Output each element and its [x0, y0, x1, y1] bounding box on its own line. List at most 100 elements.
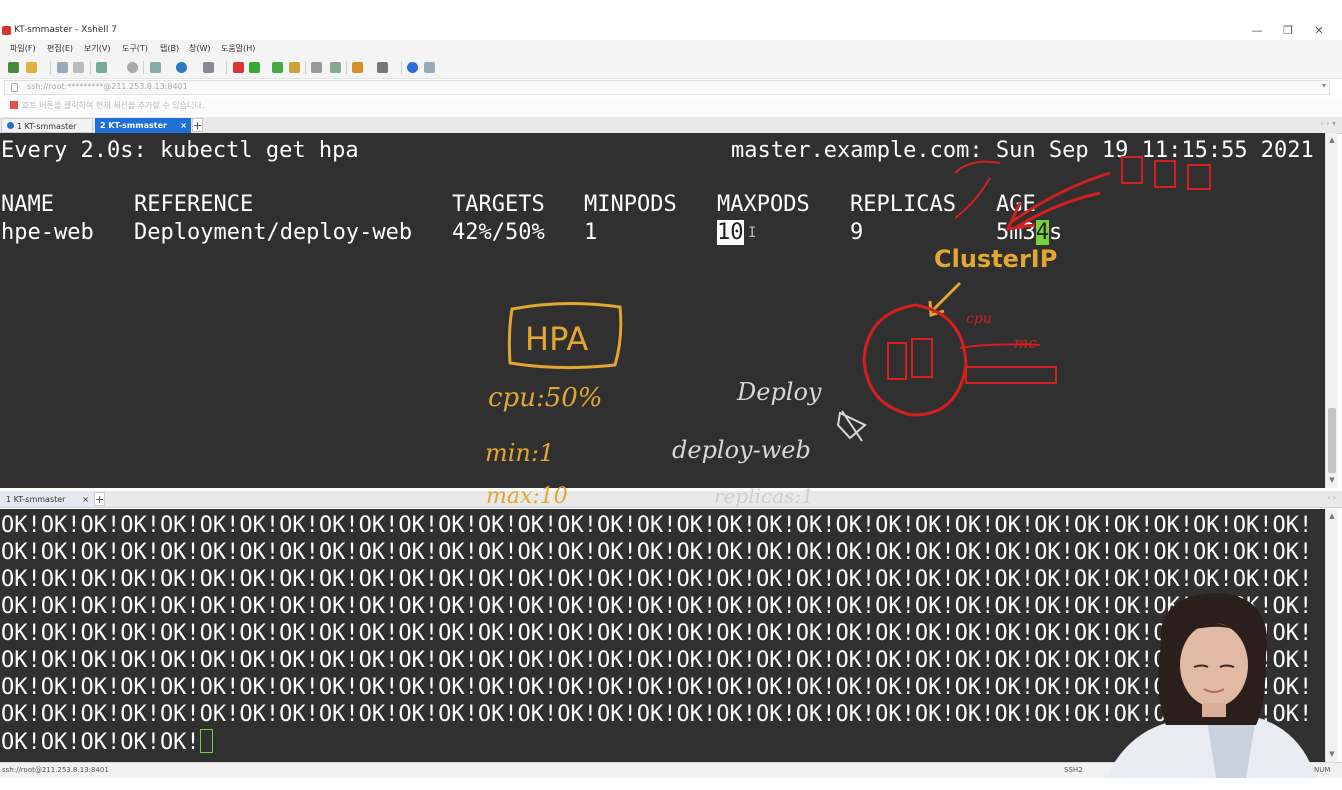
close-tab-icon[interactable]: × — [82, 492, 89, 507]
status-connection: ssh://root@211.253.8.13:8401 — [2, 766, 109, 774]
chat-icon[interactable] — [424, 62, 435, 73]
scroll-down-icon[interactable]: ▼ — [1327, 749, 1337, 759]
ok-output-text: OK!OK!OK!OK!OK! — [1, 730, 200, 755]
red-arrow-stroke — [1009, 171, 1111, 225]
layout-icon[interactable] — [377, 62, 388, 73]
menu-edit[interactable]: 편집(E) — [47, 43, 73, 54]
toolbar-separator — [143, 61, 144, 74]
open-folder-icon[interactable] — [26, 62, 37, 73]
pod-sketch — [1154, 160, 1176, 188]
hw-max: max:10 — [486, 484, 568, 509]
red-stroke — [954, 160, 1001, 174]
gray-sketch — [836, 410, 867, 442]
properties-icon[interactable] — [96, 62, 107, 73]
menu-help[interactable]: 도움말(H) — [221, 43, 255, 54]
hw-cpu-small: cpu — [966, 311, 992, 327]
menu-tools[interactable]: 도구(T) — [122, 43, 148, 54]
lock-icon — [11, 83, 18, 92]
fullscreen-icon[interactable] — [272, 62, 283, 73]
transfer-icon[interactable] — [249, 62, 260, 73]
scroll-down-icon[interactable]: ▼ — [1327, 475, 1337, 485]
toolbar — [0, 57, 1342, 79]
help-icon[interactable] — [407, 62, 418, 73]
close-button[interactable]: ✕ — [1309, 23, 1329, 39]
pod-sketch — [911, 338, 933, 378]
red-circle — [862, 303, 968, 417]
menu-file[interactable]: 파일(F) — [10, 43, 36, 54]
keyboard-icon[interactable] — [311, 62, 322, 73]
find-icon[interactable] — [127, 62, 138, 73]
ok-output-line: OK!OK!OK!OK!OK!OK!OK!OK!OK!OK!OK!OK!OK!O… — [1, 513, 1313, 538]
xshell-app-icon — [2, 26, 11, 35]
ok-output-line: OK!OK!OK!OK!OK!OK!OK!OK!OK!OK!OK!OK!OK!O… — [1, 540, 1313, 565]
hw-replicas: replicas:1 — [714, 484, 814, 508]
info-icon — [7, 122, 14, 129]
ok-output-last-line: OK!OK!OK!OK!OK! — [1, 729, 213, 756]
hw-cpu: cpu:50% — [488, 383, 603, 413]
lock-icon[interactable] — [289, 62, 300, 73]
status-protocol: SSH2 — [1064, 766, 1083, 774]
hint-text: 호트 버튼을 클릭하여 현재 세션을 추가할 수 있습니다. — [22, 101, 205, 110]
terminal-pane-top[interactable]: Every 2.0s: kubectl get hpa master.examp… — [0, 133, 1325, 488]
new-tab-button[interactable]: + — [94, 492, 105, 506]
copy-icon[interactable] — [150, 62, 161, 73]
tab-label: 1 KT-smmaster — [6, 495, 66, 504]
terminal-cursor — [199, 729, 213, 753]
pod-sketch — [1121, 156, 1143, 184]
highlight-icon[interactable] — [330, 62, 341, 73]
tab-session-1-bottom[interactable]: 1 KT-smmaster × — [1, 492, 93, 507]
session-tab-bar-top: 1 KT-smmaster 2 KT-smmaster × + ‹ › ▾ — [0, 117, 1342, 134]
tab-session-2[interactable]: 2 KT-smmaster × — [95, 118, 191, 133]
globe-icon[interactable] — [176, 62, 187, 73]
scroll-up-icon[interactable]: ▲ — [1327, 511, 1337, 521]
window-title: KT-smmaster - Xshell 7 — [14, 25, 117, 35]
minimize-button[interactable]: — — [1247, 23, 1267, 39]
tab-session-1[interactable]: 1 KT-smmaster — [1, 118, 93, 133]
status-numlock: NUM — [1314, 766, 1331, 774]
red-stroke — [954, 177, 991, 219]
hw-min: min:1 — [485, 439, 555, 467]
close-tab-icon[interactable]: × — [180, 118, 187, 133]
title-bar: KT-smmaster - Xshell 7 — ❐ ✕ — [0, 22, 1342, 40]
xftp-icon[interactable] — [233, 62, 244, 73]
hw-hpa: HPA — [525, 320, 589, 358]
handwriting-overlay — [507, 156, 1211, 442]
script-icon[interactable] — [352, 62, 363, 73]
presenter-figure — [1106, 593, 1316, 778]
menu-bar: 파일(F) 편집(E) 보기(V) 도구(T) 탭(B) 창(W) 도움말(H) — [0, 40, 1342, 57]
tab-scroll-icon[interactable]: ‹ › — [1327, 493, 1336, 502]
toolbar-separator — [305, 61, 306, 74]
hw-deploy: Deploy — [737, 378, 822, 406]
font-icon[interactable] — [203, 62, 214, 73]
menu-window[interactable]: 창(W) — [189, 43, 211, 54]
hint-bar: 호트 버튼을 클릭하여 현재 세션을 추가할 수 있습니다. — [0, 97, 1342, 115]
toolbar-separator — [90, 61, 91, 74]
scrollbar-top[interactable]: ▲ ▼ — [1325, 133, 1337, 488]
hw-cluster-ip: ClusterIP — [934, 245, 1058, 273]
address-bar[interactable]: ssh://root:*********@211.253.8.13:8401 ▾ — [4, 80, 1330, 95]
tab-label: 2 KT-smmaster — [100, 121, 167, 130]
yellow-arrow — [930, 281, 962, 313]
tab-scroll-icon[interactable]: ‹ › ▾ — [1321, 119, 1337, 128]
disconnect-icon[interactable] — [73, 62, 84, 73]
toolbar-separator — [346, 61, 347, 74]
chevron-down-icon[interactable]: ▾ — [1322, 81, 1326, 90]
session-address: ssh://root:*********@211.253.8.13:8401 — [27, 82, 188, 91]
toolbar-separator — [226, 61, 227, 74]
new-tab-button[interactable]: + — [192, 118, 203, 132]
scroll-up-icon[interactable]: ▲ — [1327, 135, 1337, 145]
menu-tab[interactable]: 탭(B) — [160, 43, 179, 54]
scrollbar-bottom[interactable]: ▲ ▼ — [1325, 509, 1337, 762]
maximize-button[interactable]: ❐ — [1278, 23, 1298, 39]
presenter-webcam — [1106, 585, 1316, 778]
pod-sketch — [1187, 164, 1211, 190]
hw-deploy-web: deploy-web — [672, 436, 811, 464]
session-tab-bar-bottom: 1 KT-smmaster × + ‹ › — [0, 491, 1342, 508]
scroll-thumb[interactable] — [1328, 408, 1336, 473]
toolbar-separator — [50, 61, 51, 74]
reconnect-icon[interactable] — [57, 62, 68, 73]
new-session-icon[interactable] — [8, 62, 19, 73]
hw-mc: mc — [1014, 334, 1037, 352]
pin-icon — [10, 101, 18, 109]
menu-view[interactable]: 보기(V) — [84, 43, 110, 54]
